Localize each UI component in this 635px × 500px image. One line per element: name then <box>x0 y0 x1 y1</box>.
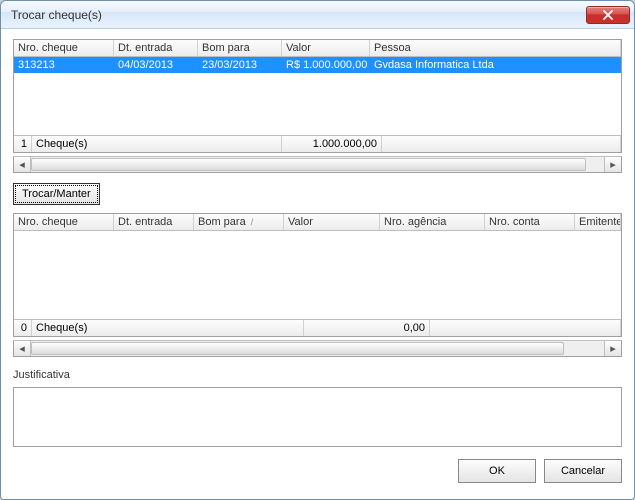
justificativa-label: Justificativa <box>13 367 622 383</box>
grid1-col-bom[interactable]: Bom para <box>198 40 282 56</box>
cell-dt: 04/03/2013 <box>114 57 198 73</box>
target-cheques-grid[interactable]: Nro. cheque Dt. entrada Bom para / Valor… <box>13 213 622 337</box>
trocar-manter-button[interactable]: Trocar/Manter <box>13 183 100 205</box>
grid1-body: 313213 04/03/2013 23/03/2013 R$ 1.000.00… <box>14 57 621 135</box>
close-button[interactable] <box>586 6 630 24</box>
grid2-header-row: Nro. cheque Dt. entrada Bom para / Valor… <box>14 214 621 231</box>
grid1-hscrollbar[interactable]: ◂ ▸ <box>13 156 622 173</box>
scroll-left-button[interactable]: ◂ <box>14 157 31 172</box>
scroll-thumb[interactable] <box>31 342 564 355</box>
grid1-footer: 1 Cheque(s) 1.000.000,00 <box>14 135 621 152</box>
ok-button[interactable]: OK <box>458 459 536 483</box>
justificativa-textarea[interactable] <box>13 387 622 447</box>
grid2-count-label: Cheque(s) <box>32 320 304 336</box>
scroll-right-button[interactable]: ▸ <box>604 341 621 356</box>
scroll-track[interactable] <box>31 341 604 356</box>
grid1-count-label: Cheque(s) <box>32 136 282 152</box>
grid1-col-dt[interactable]: Dt. entrada <box>114 40 198 56</box>
client-area: Nro. cheque Dt. entrada Bom para Valor P… <box>1 29 634 499</box>
grid2-foot-spacer <box>430 320 621 336</box>
grid2-col-ag[interactable]: Nro. agência <box>380 214 485 230</box>
grid2-col-emit[interactable]: Emitente <box>575 214 621 230</box>
dialog-footer: OK Cancelar <box>13 451 622 483</box>
grid2-col-valor[interactable]: Valor <box>284 214 380 230</box>
cancel-button[interactable]: Cancelar <box>544 459 622 483</box>
close-icon <box>603 10 613 20</box>
grid2-col-nro[interactable]: Nro. cheque <box>14 214 114 230</box>
grid2-col-bom[interactable]: Bom para / <box>194 214 284 230</box>
grid2-col-conta[interactable]: Nro. conta <box>485 214 575 230</box>
cell-bom: 23/03/2013 <box>198 57 282 73</box>
grid2-body <box>14 231 621 319</box>
grid1-col-nro[interactable]: Nro. cheque <box>14 40 114 56</box>
scroll-right-button[interactable]: ▸ <box>604 157 621 172</box>
window-title: Trocar cheque(s) <box>11 8 586 22</box>
cell-pessoa: Gvdasa Informatica Ltda <box>370 57 621 73</box>
table-row[interactable]: 313213 04/03/2013 23/03/2013 R$ 1.000.00… <box>14 57 621 73</box>
sort-indicator-icon: / <box>251 217 254 227</box>
grid1-foot-spacer <box>382 136 621 152</box>
source-cheques-grid[interactable]: Nro. cheque Dt. entrada Bom para Valor P… <box>13 39 622 153</box>
middle-toolbar: Trocar/Manter <box>13 177 622 209</box>
grid1-col-valor[interactable]: Valor <box>282 40 370 56</box>
dialog-window: Trocar cheque(s) Nro. cheque Dt. entrada… <box>0 0 635 500</box>
grid2-hscrollbar[interactable]: ◂ ▸ <box>13 340 622 357</box>
cell-nro: 313213 <box>14 57 114 73</box>
grid1-count-num: 1 <box>14 136 32 152</box>
grid2-col-dt[interactable]: Dt. entrada <box>114 214 194 230</box>
cell-valor: R$ 1.000.000,00 <box>282 57 370 73</box>
grid2-footer: 0 Cheque(s) 0,00 <box>14 319 621 336</box>
grid1-total: 1.000.000,00 <box>282 136 382 152</box>
grid2-count-num: 0 <box>14 320 32 336</box>
titlebar: Trocar cheque(s) <box>1 1 634 29</box>
grid2-col-bom-label: Bom para <box>198 216 246 228</box>
grid1-col-pessoa[interactable]: Pessoa <box>370 40 621 56</box>
grid2-total: 0,00 <box>304 320 430 336</box>
grid1-header-row: Nro. cheque Dt. entrada Bom para Valor P… <box>14 40 621 57</box>
scroll-left-button[interactable]: ◂ <box>14 341 31 356</box>
scroll-track[interactable] <box>31 157 604 172</box>
scroll-thumb[interactable] <box>31 158 586 171</box>
